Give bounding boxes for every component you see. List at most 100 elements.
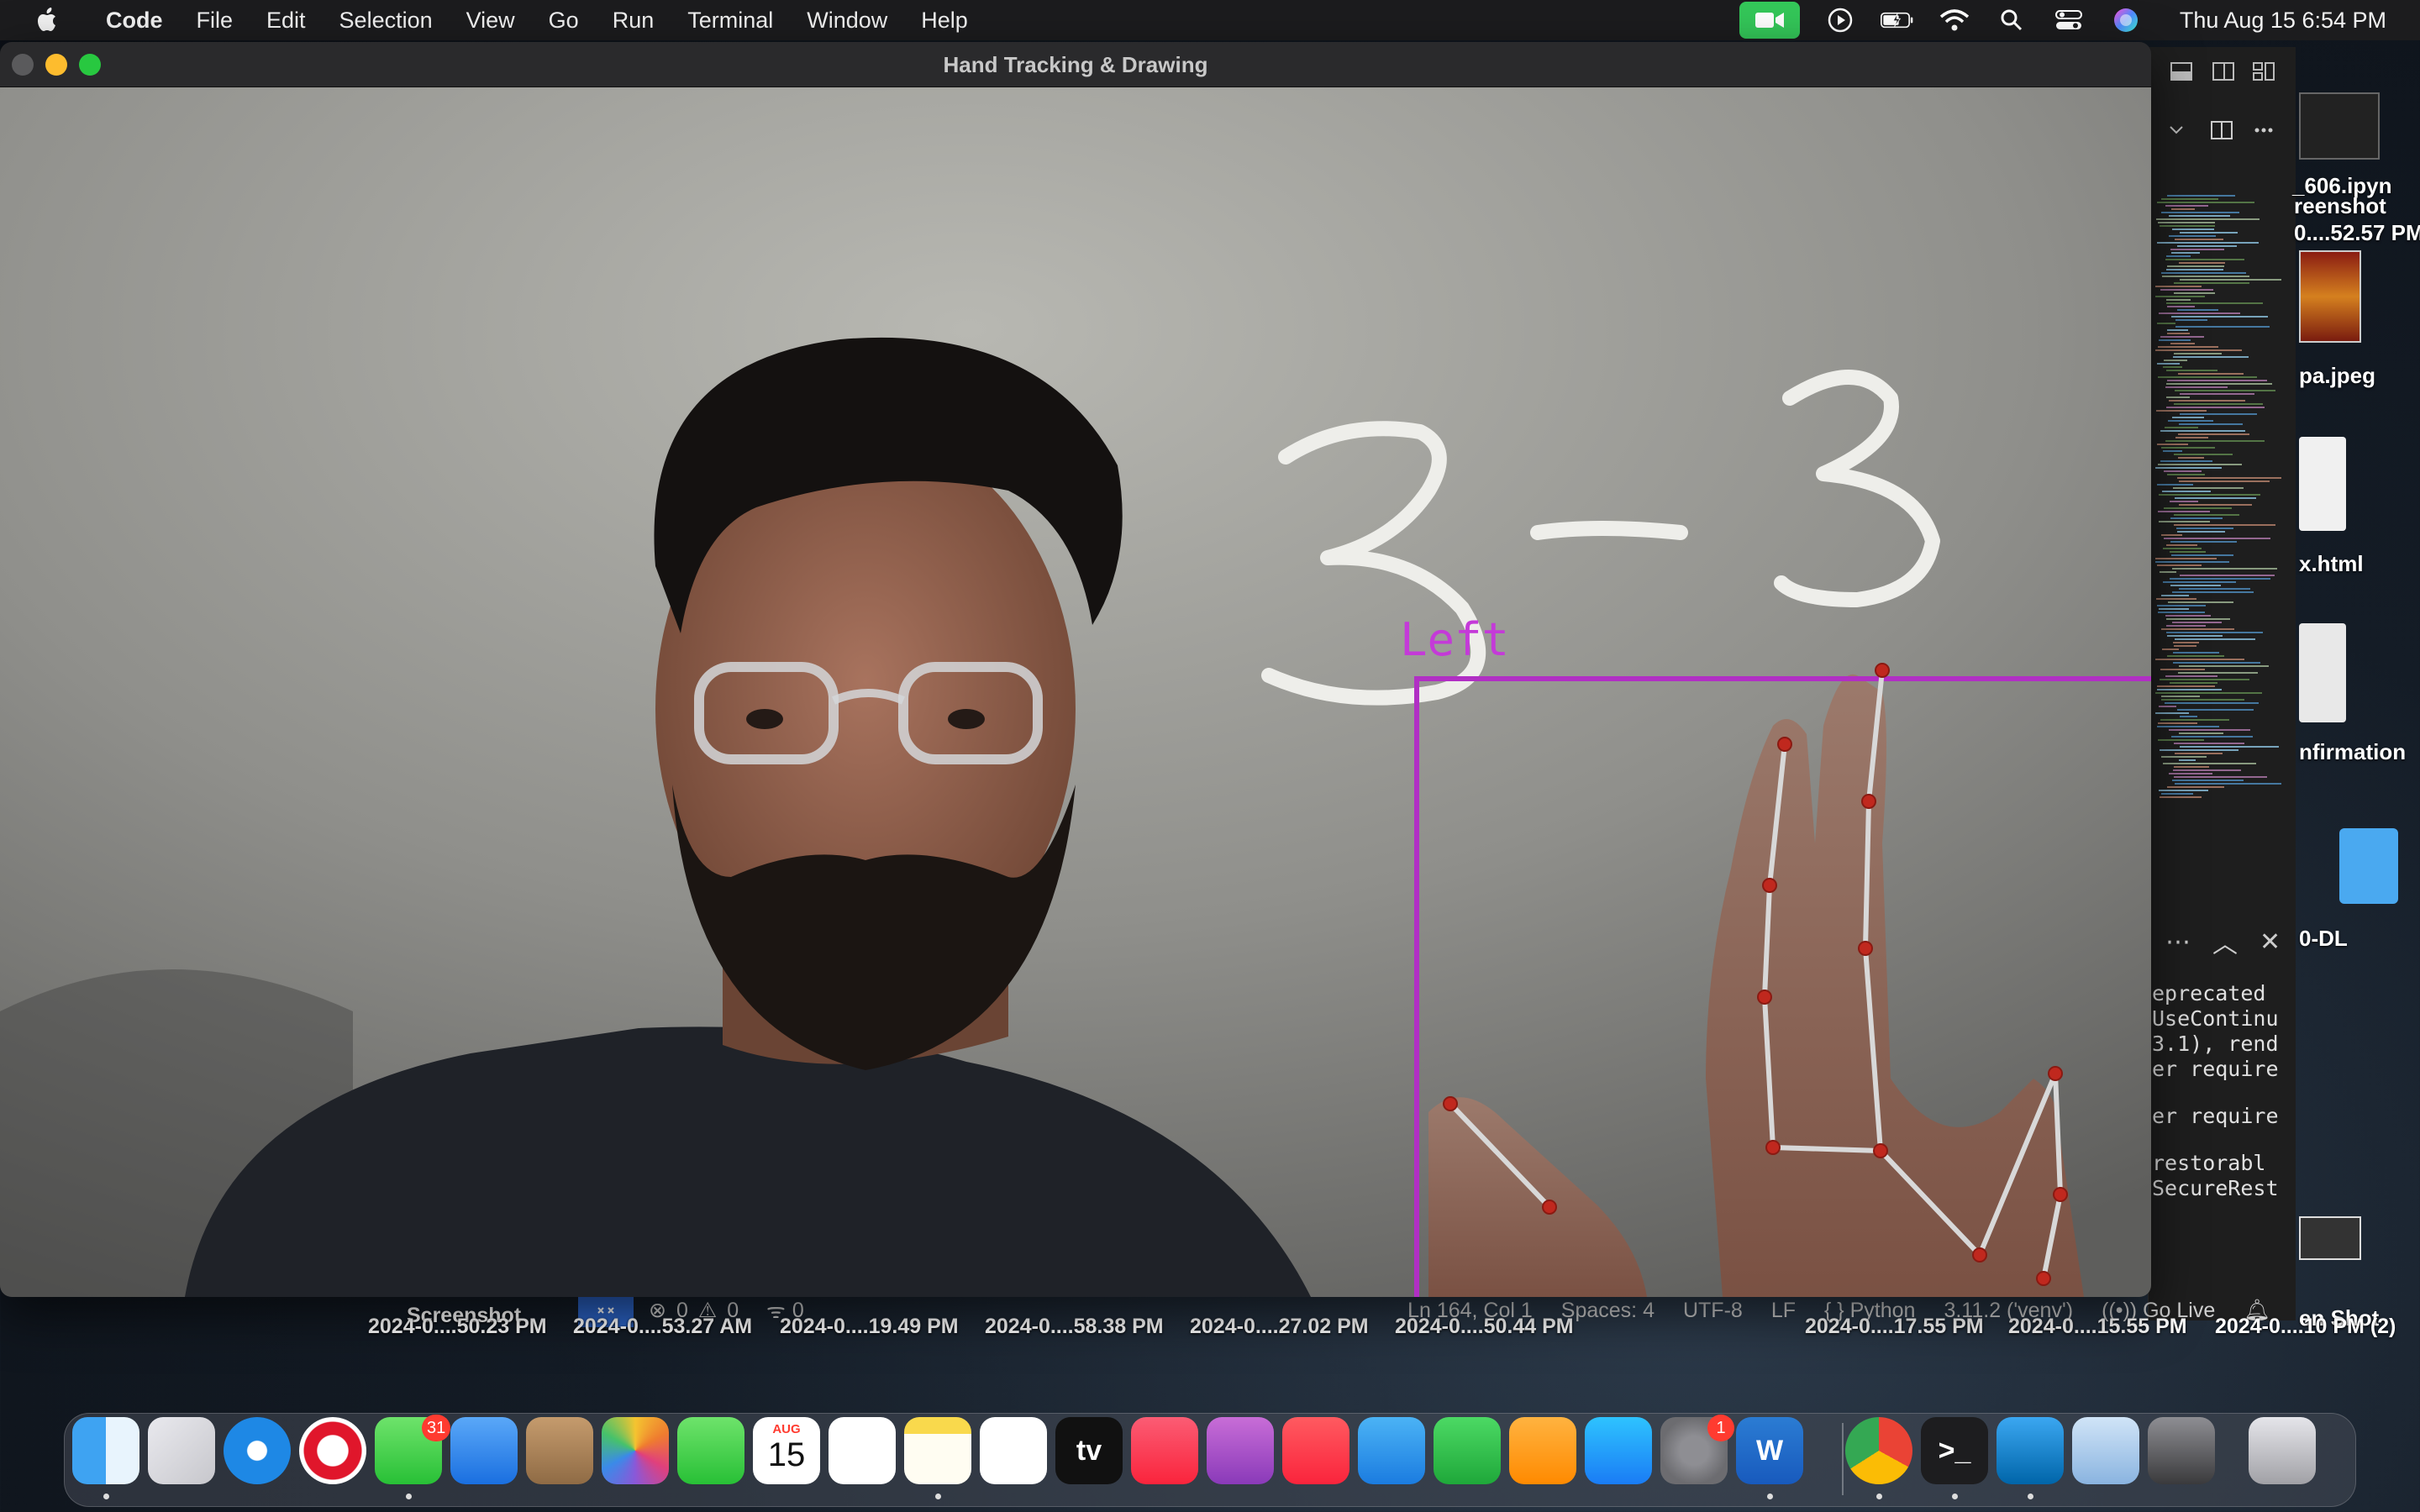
photos-icon[interactable] [602, 1417, 669, 1484]
menu-help[interactable]: Help [904, 0, 985, 40]
desktop-screenshot-2[interactable]: 2024-0....53.27 AM [573, 1315, 752, 1339]
app-store-icon[interactable] [1585, 1417, 1652, 1484]
toggle-panel-icon[interactable] [2211, 59, 2236, 84]
freeform-icon[interactable] [980, 1417, 1047, 1484]
desktop-file-confirmation[interactable]: nfirmation [2299, 739, 2406, 765]
menu-selection[interactable]: Selection [323, 0, 450, 40]
calendar-icon[interactable]: AUG 15 [753, 1417, 820, 1484]
html-file-icon[interactable] [2299, 437, 2346, 531]
control-center-icon[interactable] [2052, 3, 2086, 37]
desktop-screenshot-1[interactable]: 2024-0....50.23 PM [368, 1315, 547, 1339]
tv-icon[interactable]: tv [1055, 1417, 1123, 1484]
indentation[interactable]: Spaces: 4 [1561, 1299, 1655, 1323]
terminal-glyph: >_ [1938, 1435, 1971, 1467]
mail-icon[interactable] [450, 1417, 518, 1484]
window-title: Hand Tracking & Drawing [943, 52, 1208, 77]
reminders-icon[interactable] [829, 1417, 896, 1484]
running-indicator [103, 1494, 109, 1499]
rocket-icon[interactable] [2148, 1417, 2215, 1484]
file-encoding[interactable]: UTF-8 [1683, 1299, 1743, 1323]
preview-icon[interactable] [2072, 1417, 2139, 1484]
desktop-folder-dl[interactable]: 0-DL [2299, 926, 2348, 952]
menu-file[interactable]: File [180, 0, 250, 40]
notebook-thumbnail[interactable] [2299, 92, 2380, 160]
camera-feed[interactable]: Left [0, 87, 2151, 1297]
desktop-screenshot-4[interactable]: 2024-0....58.38 PM [985, 1315, 1164, 1339]
wifi-icon[interactable] [1938, 3, 1971, 37]
podcasts-icon[interactable] [1207, 1417, 1274, 1484]
terminal-line: restorabl [2152, 1151, 2266, 1175]
keynote-icon[interactable] [1358, 1417, 1425, 1484]
menu-app-name[interactable]: Code [89, 0, 180, 40]
contacts-icon[interactable] [526, 1417, 593, 1484]
running-indicator [1876, 1494, 1882, 1499]
menu-terminal[interactable]: Terminal [671, 0, 790, 40]
desktop-file-screenshot-a-date[interactable]: 0....52.57 PM [2294, 220, 2420, 246]
screen-record-icon[interactable] [1823, 3, 1857, 37]
terminal-line: er require [2152, 1104, 2279, 1128]
more-actions-icon[interactable] [2251, 118, 2276, 143]
finder-icon[interactable] [72, 1417, 139, 1484]
running-indicator [2028, 1494, 2033, 1499]
terminal-line: er require [2152, 1057, 2279, 1081]
menu-clock[interactable]: Thu Aug 15 6:54 PM [2180, 8, 2386, 34]
numbers-icon[interactable] [1434, 1417, 1501, 1484]
chrome-icon[interactable] [1845, 1417, 1912, 1484]
facetime-icon[interactable] [677, 1417, 744, 1484]
desktop-screenshot-5[interactable]: 2024-0....27.02 PM [1190, 1315, 1369, 1339]
launchpad-icon[interactable] [148, 1417, 215, 1484]
safari-icon[interactable] [224, 1417, 291, 1484]
terminal-icon[interactable]: >_ [1921, 1417, 1988, 1484]
notification-badge: 31 [422, 1415, 451, 1441]
news-icon[interactable] [1282, 1417, 1349, 1484]
menu-window[interactable]: Window [790, 0, 904, 40]
opera-icon[interactable] [299, 1417, 366, 1484]
video-camera-icon [1754, 13, 1784, 28]
desktop-screenshot-7[interactable]: 2024-0....17.55 PM [1805, 1315, 1984, 1339]
notes-icon[interactable] [904, 1417, 971, 1484]
trash-icon[interactable] [2249, 1417, 2316, 1484]
window-titlebar[interactable]: Hand Tracking & Drawing [0, 42, 2151, 87]
desktop-screenshot-8[interactable]: 2024-0....15.55 PM [2008, 1315, 2187, 1339]
pages-icon[interactable] [1509, 1417, 1576, 1484]
desktop-file-jpeg[interactable]: pa.jpeg [2299, 363, 2375, 389]
music-icon[interactable] [1131, 1417, 1198, 1484]
hand-tracking-window[interactable]: Hand Tracking & Drawing Left [0, 42, 2151, 1297]
spotlight-search-icon[interactable] [1995, 3, 2028, 37]
menu-run[interactable]: Run [596, 0, 671, 40]
terminal-line: SecureRest [2152, 1176, 2279, 1200]
menu-edit[interactable]: Edit [250, 0, 323, 40]
menu-view[interactable]: View [450, 0, 532, 40]
desktop-file-html[interactable]: x.html [2299, 551, 2364, 577]
split-editor-icon[interactable] [2209, 118, 2234, 143]
desktop-screenshot-3[interactable]: 2024-0....19.49 PM [780, 1315, 959, 1339]
desktop-screenshot-6[interactable]: 2024-0....50.44 PM [1395, 1315, 1574, 1339]
chevron-down-icon[interactable] [2164, 118, 2189, 143]
vscode-window-visible-portion: ⋯ ︿ ✕ eprecated UseContinu 3.1), rend er… [2148, 47, 2296, 1320]
image-thumbnail[interactable] [2299, 250, 2361, 343]
calendar-day: 15 [767, 1436, 806, 1473]
word-icon[interactable]: W [1736, 1417, 1803, 1484]
dock-separator [1842, 1423, 1844, 1495]
close-panel-icon[interactable]: ✕ [2260, 927, 2281, 957]
menu-go[interactable]: Go [532, 0, 596, 40]
screenshot-thumbnail[interactable] [2299, 1216, 2361, 1260]
folder-icon[interactable] [2339, 828, 2398, 904]
desktop-file-screenshot-a[interactable]: reenshot [2294, 193, 2386, 219]
apple-icon[interactable] [30, 3, 64, 37]
siri-icon[interactable] [2109, 3, 2143, 37]
maximize-panel-icon[interactable]: ︿ [2212, 923, 2238, 960]
panel-more-icon[interactable]: ⋯ [2165, 927, 2191, 957]
running-indicator [935, 1494, 941, 1499]
battery-icon[interactable] [1880, 3, 1914, 37]
desktop-screenshot-9[interactable]: 2024-0....10 PM (2) [2215, 1315, 2396, 1339]
vscode-icon[interactable] [1996, 1417, 2064, 1484]
tv-glyph: tv [1076, 1435, 1102, 1467]
toggle-primary-sidebar-icon[interactable] [2169, 59, 2194, 84]
editor-minimap[interactable] [2155, 195, 2281, 808]
customize-layout-icon[interactable] [2251, 59, 2276, 84]
end-of-line[interactable]: LF [1771, 1299, 1796, 1323]
pdf-file-icon[interactable] [2299, 623, 2346, 722]
terminal-output[interactable]: eprecated UseContinu 3.1), rend er requi… [2152, 981, 2295, 1201]
camera-in-use-indicator[interactable] [1739, 2, 1800, 39]
